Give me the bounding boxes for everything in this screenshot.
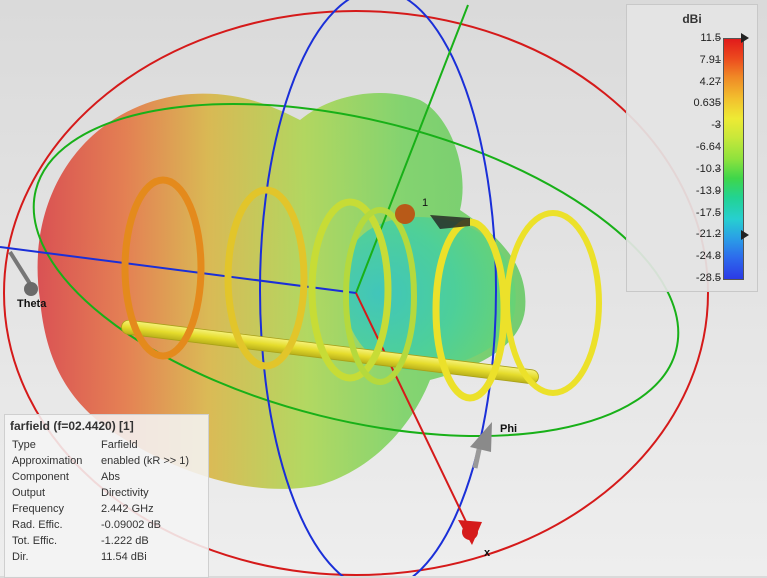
legend-tick-label: -6.64: [695, 141, 721, 154]
legend-tick-mark: [715, 103, 721, 105]
info-row-value: 11.54 dBi: [101, 551, 147, 563]
legend-tick-label: 0.635: [693, 97, 721, 110]
info-row-key: Type: [12, 439, 36, 451]
farfield-probe-marker[interactable]: [395, 204, 415, 224]
info-row-value: Farfield: [101, 439, 138, 451]
info-row-value: 2.442 GHz: [101, 503, 154, 515]
legend-tick-mark: [715, 38, 721, 39]
legend-tick-label: -28.5: [695, 272, 721, 284]
phi-axis-label: Phi: [500, 423, 517, 435]
info-row-key: Frequency: [12, 503, 64, 515]
legend-tick-mark: [715, 256, 721, 258]
farfield-info-panel: farfield (f=02.4420) [1] Type Farfield App…: [4, 414, 209, 578]
legend-tick-label: -10.3: [695, 162, 721, 175]
x-axis-label: x: [484, 547, 491, 559]
legend-unit-label: dBi: [682, 12, 702, 26]
legend-tick-label: 11.5: [700, 32, 721, 44]
legend-tick-label: -21.2: [695, 228, 721, 241]
info-row-value: Directivity: [101, 487, 149, 499]
legend-tick-mark: [715, 125, 721, 127]
max-value-marker-icon[interactable]: [741, 33, 749, 43]
info-row-key: Tot. Effic.: [12, 535, 58, 547]
info-panel-title: farfield (f=02.4420) [1]: [10, 419, 134, 433]
legend-tick-label: -3: [711, 119, 721, 132]
colorbar-legend[interactable]: dBi 11.5 7.91 4.27 0.635 -3 -6.64 -10.3 -13.9 -1…: [626, 4, 758, 292]
current-value-marker-icon[interactable]: [741, 230, 749, 240]
legend-tick-mark: [715, 168, 721, 170]
legend-tick-label: -24.8: [695, 250, 721, 263]
legend-tick-mark: [715, 212, 721, 214]
phi-arrow[interactable]: Phi: [470, 422, 517, 469]
info-row-key: Rad. Effic.: [12, 519, 63, 531]
legend-tick-label: 4.27: [699, 75, 721, 88]
legend-tick-mark: [715, 190, 721, 192]
legend-tick-label: -17.5: [695, 206, 721, 219]
info-row-value: enabled (kR >> 1): [101, 455, 190, 467]
legend-tick-mark: [715, 59, 721, 61]
legend-tick-mark: [715, 234, 721, 236]
legend-tick-label: -13.9: [695, 184, 721, 197]
info-row-key: Dir.: [12, 551, 29, 563]
colorbar-gradient: [723, 38, 744, 280]
info-row-key: Approximation: [12, 455, 83, 467]
x-axis-arrow[interactable]: x: [458, 520, 491, 559]
legend-tick-mark: [715, 147, 721, 149]
theta-axis-label: Theta: [17, 298, 47, 310]
legend-tick-mark: [715, 81, 721, 83]
info-row-value: Abs: [101, 471, 120, 483]
legend-tick-mark: [715, 278, 721, 279]
info-row-value: -0.09002 dB: [101, 519, 161, 531]
info-row-value: -1.222 dB: [101, 535, 149, 547]
info-row-key: Component: [12, 471, 69, 483]
legend-tick-label: 7.91: [699, 53, 721, 66]
probe-label: 1: [422, 197, 428, 209]
info-row-key: Output: [12, 487, 46, 499]
